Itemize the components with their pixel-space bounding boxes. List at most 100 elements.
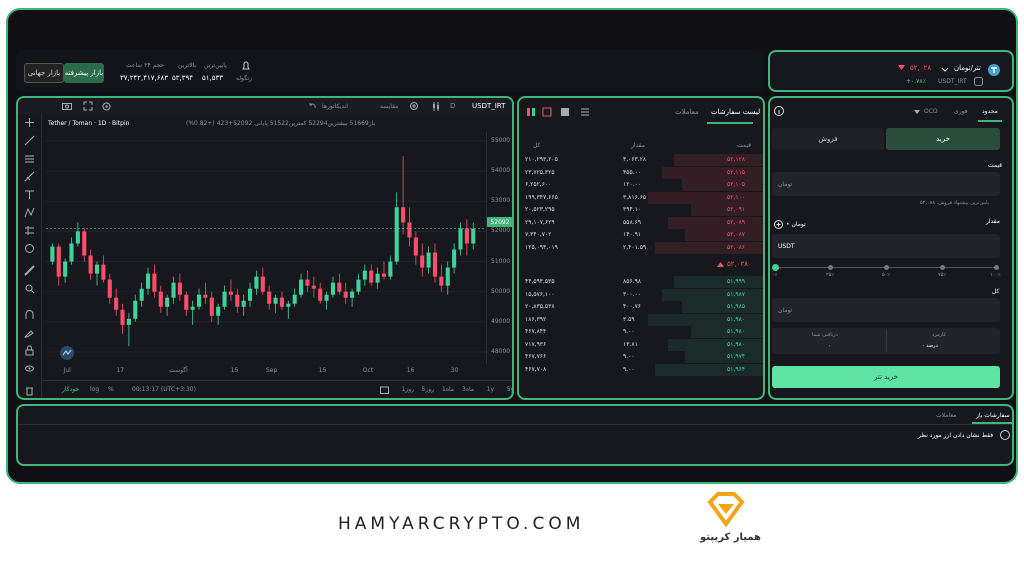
orderbook-row[interactable]: ۵۱,۹۸۵ ۴۰۰.۷۶ ۲۰,۸۳۵,۵۳۸ bbox=[519, 301, 763, 313]
sell-tab-button[interactable]: فروش bbox=[772, 128, 884, 150]
brush-icon[interactable] bbox=[24, 171, 35, 182]
ob-total: ۲۰,۸۳۵,۵۳۸ bbox=[525, 303, 555, 310]
global-market-button[interactable]: بازار جهانی bbox=[24, 63, 64, 83]
candle bbox=[94, 261, 100, 286]
orderbook-row[interactable]: ۵۱,۹۸۰ ۹.۰۰ ۴۶۷,۸۴۴ bbox=[519, 326, 763, 338]
chart-symbol[interactable]: USDT_IRT bbox=[472, 102, 505, 110]
crosshair-icon[interactable] bbox=[25, 118, 34, 127]
orderbook-row[interactable]: ۵۲,۱۲۸ ۴,۰۶۳.۲۸ ۲۱۰,۲۹۳,۲۰۵ bbox=[519, 154, 763, 166]
emoji-icon[interactable] bbox=[25, 244, 34, 253]
price-input[interactable]: تومان bbox=[772, 172, 1000, 196]
range-button[interactable]: 1y bbox=[487, 386, 494, 393]
candle bbox=[330, 276, 335, 298]
bell-icon[interactable] bbox=[241, 61, 251, 71]
orderbook-row[interactable]: ۵۲,۱۰۰ ۳,۸۱۶.۶۵ ۱۹۹,۳۴۷,۶۶۵ bbox=[519, 191, 763, 204]
orderbook-row[interactable]: ۵۱,۹۹۹ ۸۵۶.۹۸ ۴۴,۵۹۳,۵۳۵ bbox=[519, 276, 763, 288]
compare-button[interactable]: مقایسه bbox=[380, 103, 398, 110]
trendline-icon[interactable] bbox=[24, 135, 35, 146]
tab-trades[interactable]: معاملات bbox=[675, 108, 699, 116]
indicators-button[interactable]: اندیکاتورها bbox=[322, 103, 348, 110]
magnet-icon[interactable] bbox=[25, 310, 34, 319]
fib-icon[interactable] bbox=[25, 154, 34, 163]
fullscreen-icon[interactable] bbox=[83, 101, 93, 111]
orderbook-row[interactable]: ۵۱,۹۶۴ ۹.۰۰ ۴۶۷,۷۰۸ bbox=[519, 363, 763, 376]
trash-icon[interactable] bbox=[25, 386, 34, 396]
orderbook-row[interactable]: ۵۱,۹۸۰ ۳.۵۹ ۱۸۶,۳۹۲ bbox=[519, 313, 763, 326]
toman-toggle[interactable]: • تومان bbox=[786, 221, 806, 228]
ruler-icon[interactable] bbox=[24, 265, 35, 276]
orderbook-row[interactable]: ۵۱,۹۷۴ ۹.۰۰ ۴۶۷,۷۶۶ bbox=[519, 351, 763, 363]
calendar-icon[interactable] bbox=[380, 386, 389, 394]
orderbook-row[interactable]: ۵۲,۰۸۹ ۵۵۸.۶۹ ۲۹,۱۰۷,۶۲۹ bbox=[519, 216, 763, 229]
time-tick: 15 bbox=[230, 367, 239, 374]
orderbook-row[interactable]: ۵۲,۰۸۷ ۱۴۰.۹۱ ۷,۳۴۰,۷۰۲ bbox=[519, 229, 763, 241]
total-input[interactable]: تومان bbox=[772, 298, 1000, 322]
interval-button[interactable]: D bbox=[450, 102, 455, 110]
oco-dropdown[interactable]: OCO bbox=[924, 108, 938, 115]
percent-scale-toggle[interactable]: % bbox=[108, 386, 114, 393]
candle bbox=[50, 243, 55, 265]
tab-orderbook[interactable]: لیست سفارشات bbox=[711, 108, 760, 116]
buy-tab-button[interactable]: خرید bbox=[886, 128, 1000, 150]
candle bbox=[101, 255, 106, 283]
book-both-icon[interactable] bbox=[527, 108, 535, 116]
amount-input[interactable]: USDT bbox=[772, 234, 1000, 258]
pair-selector[interactable]: تتر/تومان USDT_IRT ۵۲,۰۲۸ +۰.۷۸٪ bbox=[768, 50, 1014, 92]
radio-icon[interactable] bbox=[1000, 430, 1010, 440]
price-axis[interactable]: 55000 54000 53000 52000 51000 50000 49000 48000 bbox=[486, 132, 512, 364]
eye-icon[interactable] bbox=[25, 364, 34, 373]
pro-market-button[interactable]: بازار پیشرفته bbox=[64, 63, 104, 83]
percent-slider[interactable]: ۰٪ ۲۵٪ ۵۰٪ ۷۵٪ ۱۰۰٪ bbox=[772, 264, 1001, 284]
settings-icon[interactable] bbox=[102, 102, 111, 111]
tab-market[interactable]: فوری bbox=[954, 108, 968, 115]
candle bbox=[413, 231, 418, 265]
orderbook-row[interactable]: ۵۲,۰۹۱ ۳۹۴.۱۰ ۲۰,۵۲۳,۲۹۵ bbox=[519, 204, 763, 216]
tab-limit[interactable]: محدود bbox=[982, 108, 998, 115]
range-button[interactable]: 5روز bbox=[421, 386, 434, 393]
orderbook-row[interactable]: ۵۲,۰۸۶ ۲,۴۰۱.۵۹ ۱۲۵,۰۹۴,۰۱۹ bbox=[519, 241, 763, 254]
lock-icon[interactable] bbox=[25, 345, 34, 356]
price-label: قیمت bbox=[988, 162, 1003, 169]
ob-amount: ۸۵۶.۹۸ bbox=[623, 278, 642, 285]
time-axis[interactable]: Jul 17 آگوست 15 Sep 15 Oct 16 30 bbox=[46, 364, 486, 378]
orderbook-row[interactable]: ۵۲,۱۱۵ ۴۵۵.۰۰ ۲۳,۷۲۵,۳۲۵ bbox=[519, 166, 763, 179]
range-button[interactable]: 1روز bbox=[401, 386, 414, 393]
add-circle-icon[interactable] bbox=[774, 220, 783, 229]
text-icon[interactable] bbox=[25, 190, 34, 199]
tab-open-orders[interactable]: سفارشات باز bbox=[976, 412, 1010, 419]
chevron-down-icon[interactable] bbox=[941, 67, 949, 73]
tab-orders-trades[interactable]: معاملات bbox=[936, 412, 956, 419]
log-scale-toggle[interactable]: log bbox=[90, 386, 99, 393]
pattern-icon[interactable] bbox=[24, 207, 35, 218]
chart-panel: USDT_IRT D مقایسه اندیکاتورها Tether / T… bbox=[16, 96, 514, 400]
book-bids-icon[interactable] bbox=[561, 108, 569, 116]
plus-icon[interactable] bbox=[410, 102, 418, 110]
last-price-label: 52092 bbox=[490, 218, 510, 226]
range-button[interactable]: 5y bbox=[507, 386, 512, 393]
measure-icon[interactable] bbox=[25, 226, 34, 235]
star-icon[interactable] bbox=[974, 77, 983, 86]
auto-scale-toggle[interactable]: خودکار bbox=[62, 386, 79, 393]
orderbook-row[interactable]: ۵۱,۹۸۷ ۳۰۰.۰۰ ۱۵,۵۷۶,۱۰۰ bbox=[519, 288, 763, 301]
orderbook-row[interactable]: ۵۱,۹۸۰ ۱۳.۸۱ ۷۱۷,۹۳۶ bbox=[519, 338, 763, 351]
tether-logo-icon bbox=[988, 64, 1000, 76]
precision-icon[interactable] bbox=[581, 108, 589, 116]
camera-icon[interactable] bbox=[62, 102, 72, 110]
ob-total: ۱۵,۵۷۶,۱۰۰ bbox=[525, 290, 555, 298]
range-button[interactable]: 1ماه bbox=[442, 386, 454, 393]
info-icon[interactable] bbox=[774, 106, 784, 116]
candle-type-icon[interactable] bbox=[432, 102, 440, 111]
zoom-icon[interactable] bbox=[25, 284, 35, 294]
undo-icon[interactable] bbox=[308, 102, 316, 110]
ob-amount: ۱۴۰.۹۱ bbox=[623, 231, 642, 238]
pencil-lock-icon[interactable] bbox=[23, 328, 34, 338]
range-button[interactable]: 3ماه bbox=[462, 386, 474, 393]
buy-submit-button[interactable]: خرید تتر bbox=[772, 366, 1000, 388]
ob-total: ۷۱۷,۹۳۶ bbox=[525, 340, 547, 348]
candle bbox=[114, 288, 119, 316]
price-tick: 48000 bbox=[491, 347, 511, 355]
book-asks-icon[interactable] bbox=[542, 107, 552, 117]
candlestick-chart[interactable] bbox=[46, 132, 486, 364]
price-tick: 52000 bbox=[491, 227, 511, 235]
orderbook-row[interactable]: ۵۲,۱۰۵ ۱۲۰.۰۰ ۶,۲۵۲,۶۰۰ bbox=[519, 179, 763, 191]
